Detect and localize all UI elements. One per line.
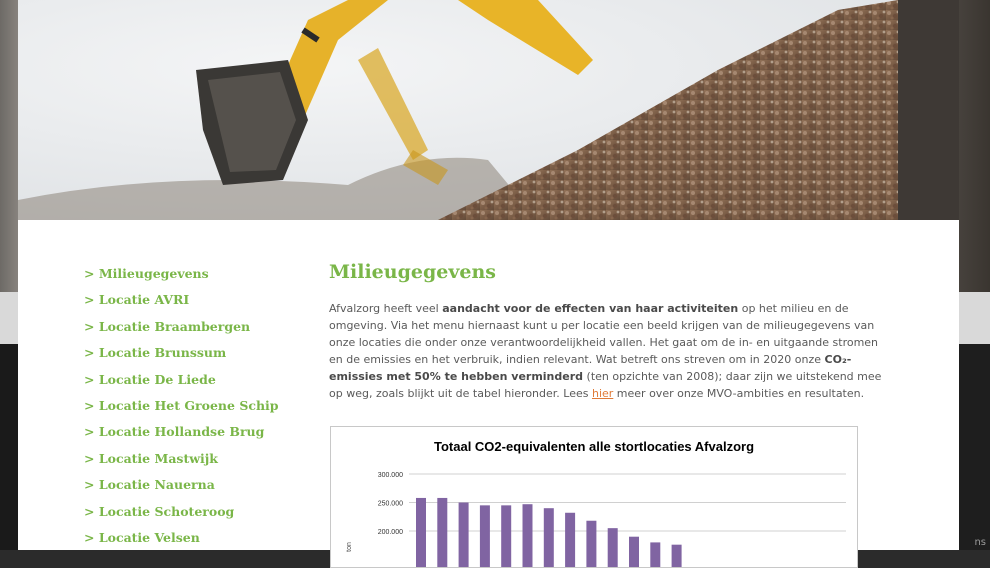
intro-bold-text: aandacht voor de effecten van haar activ… xyxy=(442,302,739,315)
sidebar-item-mastwijk[interactable]: > Locatie Mastwijk xyxy=(84,449,304,475)
chart-bar xyxy=(586,520,597,567)
co2-chart: Totaal CO2-equivalenten alle stortlocati… xyxy=(330,426,858,568)
chart-bar xyxy=(522,504,533,567)
intro-text: Afvalzorg heeft veel xyxy=(329,302,443,315)
chart-bar xyxy=(479,505,490,567)
main-content: Milieugegevens Afvalzorg heeft veel aand… xyxy=(329,258,884,402)
chart-bar xyxy=(607,528,618,567)
sidebar-item-nauerna[interactable]: > Locatie Nauerna xyxy=(84,475,304,501)
excavator-gravel-illustration xyxy=(18,0,959,220)
chart-bar xyxy=(501,505,512,567)
sidebar-item-braambergen[interactable]: > Locatie Braambergen xyxy=(84,317,304,343)
sidebar-item-avri[interactable]: > Locatie AVRI xyxy=(84,290,304,316)
chart-bar xyxy=(671,544,682,567)
hero-image xyxy=(18,0,959,220)
chart-bar xyxy=(437,497,448,567)
chart-bar xyxy=(650,542,661,567)
sidebar-item-hollandse-brug[interactable]: > Locatie Hollandse Brug xyxy=(84,422,304,448)
page-title: Milieugegevens xyxy=(329,261,496,283)
chart-y-tick-label: 200.000 xyxy=(378,529,403,536)
co2-chart-svg: Totaal CO2-equivalenten alle stortlocati… xyxy=(346,439,846,567)
chart-ylabel: ton xyxy=(346,542,353,552)
chart-bar xyxy=(543,508,554,567)
chart-y-tick-label: 300.000 xyxy=(378,472,403,479)
intro-text: meer over onze MVO-ambities en resultate… xyxy=(613,387,865,400)
corner-text: ns xyxy=(974,537,986,548)
mvo-link[interactable]: hier xyxy=(592,387,613,400)
chart-title: Totaal CO2-equivalenten alle stortlocati… xyxy=(434,439,754,454)
sidebar-item-het-groene-schip[interactable]: > Locatie Het Groene Schip xyxy=(84,396,304,422)
chart-bar xyxy=(565,512,576,567)
sidebar-item-milieugegevens[interactable]: > Milieugegevens xyxy=(84,264,304,290)
sidebar-item-velsen[interactable]: > Locatie Velsen xyxy=(84,528,304,554)
sidebar-menu: > Milieugegevens > Locatie AVRI > Locati… xyxy=(84,264,304,554)
sidebar-item-brunssum[interactable]: > Locatie Brunssum xyxy=(84,343,304,369)
chart-y-tick-label: 250.000 xyxy=(378,501,403,508)
chart-bar xyxy=(458,502,469,567)
sidebar-item-de-liede[interactable]: > Locatie De Liede xyxy=(84,370,304,396)
intro-paragraph: Afvalzorg heeft veel aandacht voor de ef… xyxy=(329,300,884,402)
sidebar-item-schoteroog[interactable]: > Locatie Schoteroog xyxy=(84,502,304,528)
chart-bar xyxy=(416,497,426,567)
chart-bar xyxy=(629,536,639,567)
content-card: > Milieugegevens > Locatie AVRI > Locati… xyxy=(18,220,959,568)
